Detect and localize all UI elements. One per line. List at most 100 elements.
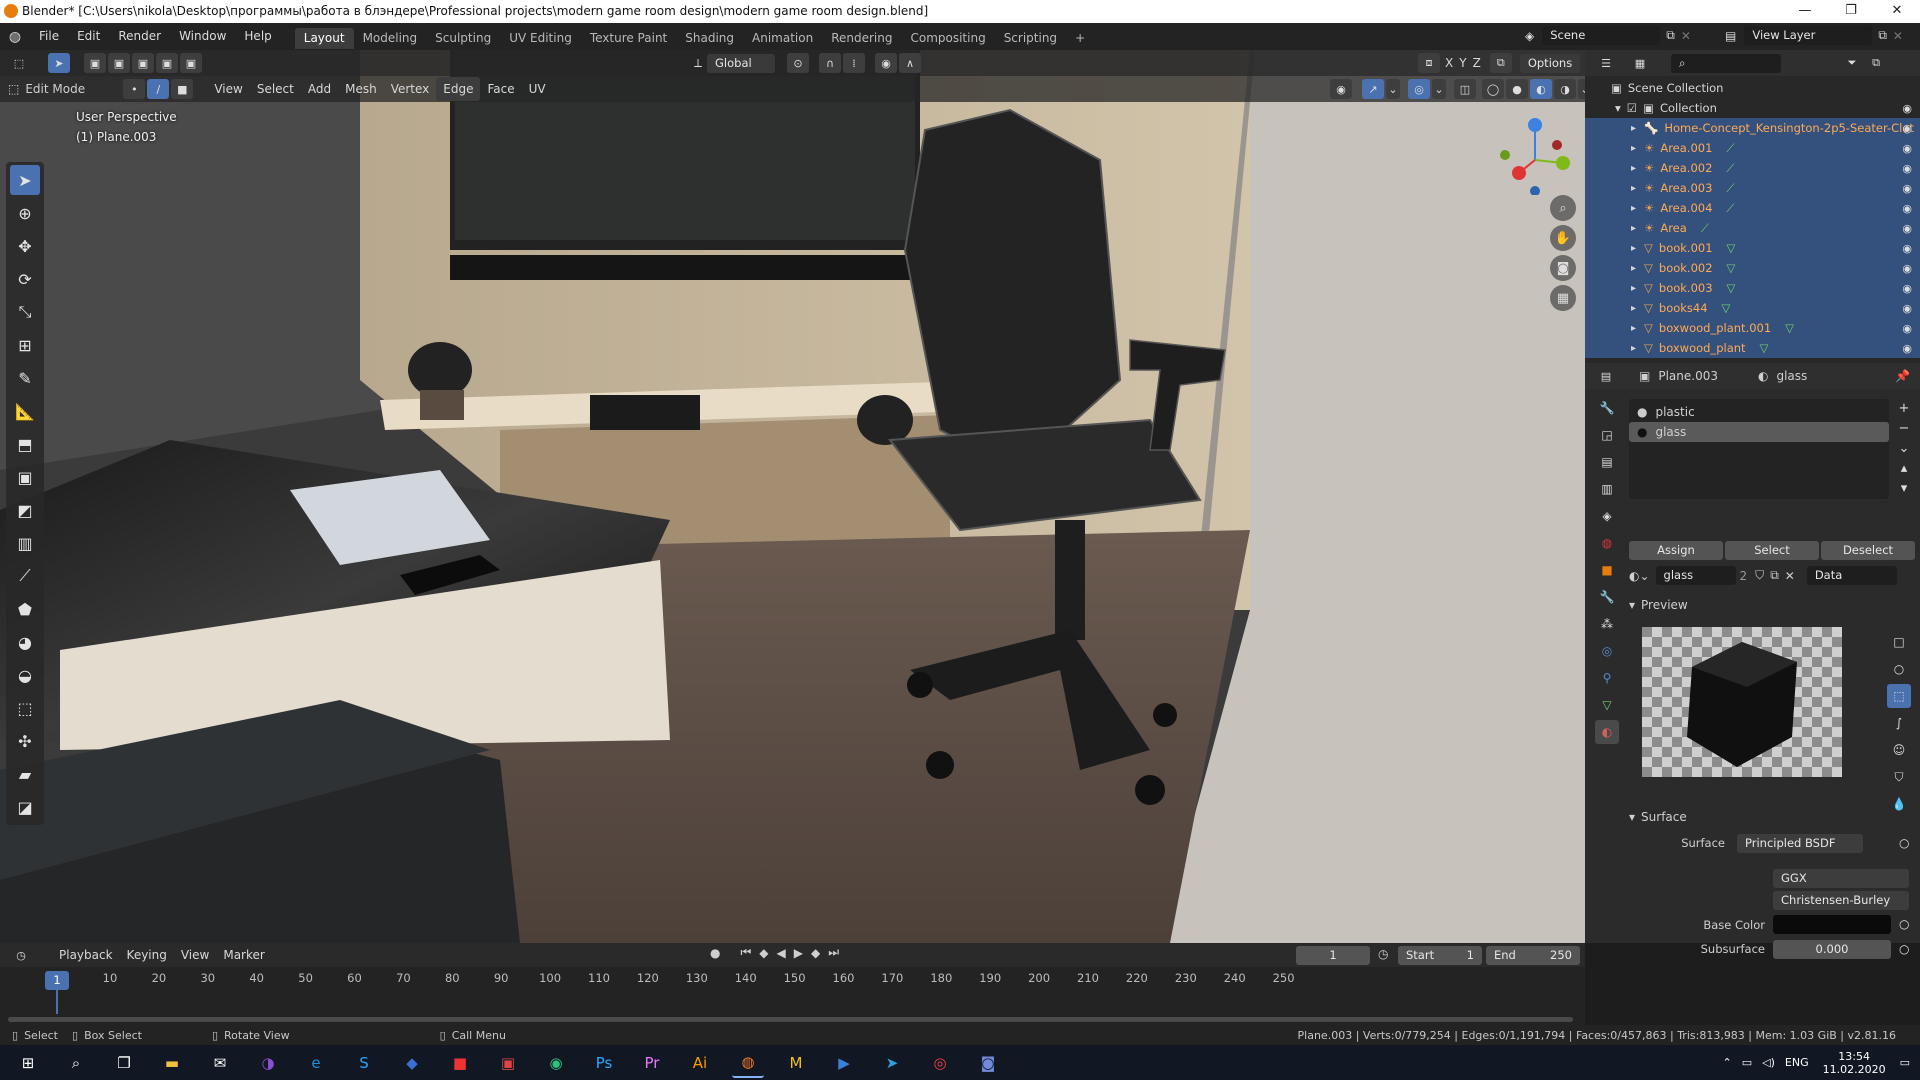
object-data-icon[interactable]: ▽ bbox=[1727, 261, 1736, 275]
remove-scene-icon[interactable]: ✕ bbox=[1681, 29, 1691, 43]
display-mode-icon[interactable]: ▦ bbox=[1629, 53, 1651, 73]
pin-icon[interactable]: 📌 bbox=[1895, 369, 1910, 383]
visibility-icon[interactable]: ◉ bbox=[1330, 79, 1352, 99]
eye-icon[interactable]: ◉ bbox=[1902, 322, 1912, 335]
preview-hair-icon[interactable]: ∫ bbox=[1887, 711, 1911, 735]
eye-icon[interactable]: ◉ bbox=[1902, 242, 1912, 255]
overlays-dropdown-icon[interactable]: ⌄ bbox=[1432, 79, 1446, 99]
move-tool-icon[interactable]: ✥ bbox=[10, 231, 40, 261]
duplicate-material-icon[interactable]: ⧉ bbox=[1770, 568, 1779, 583]
subsurface-method-dropdown[interactable]: Christensen-Burley bbox=[1773, 891, 1909, 910]
outliner-item[interactable]: ▸ ☀ Area.003 ⟋ ◉ bbox=[1585, 178, 1920, 198]
material-shading-icon[interactable]: ◐ bbox=[1530, 79, 1552, 99]
axis-z-toggle[interactable]: Z bbox=[1470, 51, 1484, 75]
world-tab-icon[interactable]: ◍ bbox=[1595, 531, 1619, 555]
tab-scripting[interactable]: Scripting bbox=[995, 28, 1066, 49]
outliner-item[interactable]: ▸ ▽ boxwood_plant.001 ▽ ◉ bbox=[1585, 318, 1920, 338]
outliner-item[interactable]: ▸ ☀ Area.004 ⟋ ◉ bbox=[1585, 198, 1920, 218]
gizmo-dropdown-icon[interactable]: ⌄ bbox=[1386, 79, 1400, 99]
notifications-icon[interactable]: ▭ bbox=[1900, 1056, 1910, 1069]
menu-vertex[interactable]: Vertex bbox=[384, 77, 437, 101]
maximize-button[interactable]: ❐ bbox=[1828, 0, 1874, 23]
search-icon[interactable]: ⌕ bbox=[60, 1048, 92, 1078]
gizmo-icon[interactable]: ↗ bbox=[1362, 79, 1384, 99]
clock-date[interactable]: 11.02.2020 bbox=[1823, 1063, 1886, 1076]
menu-face[interactable]: Face bbox=[480, 77, 521, 101]
close-button[interactable]: ✕ bbox=[1874, 0, 1920, 23]
surface-link-icon[interactable]: ○ bbox=[1899, 836, 1909, 850]
overlays-icon[interactable]: ◎ bbox=[1408, 79, 1430, 99]
preview-cube-icon[interactable]: ⬚ bbox=[1887, 684, 1911, 708]
cursor-tool-icon[interactable]: ⊕ bbox=[10, 198, 40, 228]
annotate-tool-icon[interactable]: ✎ bbox=[10, 363, 40, 393]
rotate-tool-icon[interactable]: ⟳ bbox=[10, 264, 40, 294]
start-frame-field[interactable]: Start 1 bbox=[1398, 946, 1482, 965]
expand-icon[interactable]: ▸ bbox=[1631, 283, 1636, 294]
xray-icon[interactable]: ◫ bbox=[1454, 79, 1476, 99]
knife-tool-icon[interactable]: ⟋ bbox=[10, 561, 40, 591]
expand-icon[interactable]: ▸ bbox=[1631, 183, 1636, 194]
view-layer-name[interactable]: View Layer bbox=[1744, 26, 1873, 45]
menu-uv[interactable]: UV bbox=[522, 77, 553, 101]
collection-row[interactable]: ▾ ☑ ▣ Collection ◉ bbox=[1585, 98, 1920, 118]
chrome-icon[interactable]: ◎ bbox=[924, 1048, 956, 1078]
new-view-layer-icon[interactable]: ⧉ bbox=[1878, 28, 1887, 43]
app-icon[interactable]: ◉ bbox=[540, 1048, 572, 1078]
tab-sculpting[interactable]: Sculpting bbox=[426, 28, 500, 49]
menu-window[interactable]: Window bbox=[170, 23, 235, 50]
inset-tool-icon[interactable]: ▣ bbox=[10, 462, 40, 492]
app-icon[interactable]: ▶ bbox=[828, 1048, 860, 1078]
play-reverse-icon[interactable]: ◀ bbox=[777, 946, 786, 960]
object-data-icon[interactable]: ⟋ bbox=[1701, 221, 1709, 236]
app-icon[interactable]: ◆ bbox=[396, 1048, 428, 1078]
bevel-tool-icon[interactable]: ◩ bbox=[10, 495, 40, 525]
playhead-marker[interactable]: 1 bbox=[45, 971, 69, 990]
end-frame-field[interactable]: End 250 bbox=[1486, 946, 1580, 965]
shear-tool-icon[interactable]: ▰ bbox=[10, 759, 40, 789]
app-icon[interactable]: ▣ bbox=[492, 1048, 524, 1078]
illustrator-icon[interactable]: Ai bbox=[684, 1048, 716, 1078]
properties-editor-icon[interactable]: ▤ bbox=[1595, 366, 1617, 386]
premiere-icon[interactable]: Pr bbox=[636, 1048, 668, 1078]
rip-tool-icon[interactable]: ◪ bbox=[10, 792, 40, 822]
expand-icon[interactable]: ▸ bbox=[1631, 123, 1636, 134]
orientation-value[interactable]: Global bbox=[707, 53, 776, 73]
fake-user-icon[interactable]: ⛉ bbox=[1755, 568, 1764, 583]
expand-icon[interactable]: ▸ bbox=[1631, 263, 1636, 274]
preview-cloth-icon[interactable]: ⛉ bbox=[1887, 765, 1911, 789]
browse-material-icon[interactable]: ◐⌄ bbox=[1629, 569, 1650, 583]
remove-view-layer-icon[interactable]: ✕ bbox=[1893, 29, 1903, 43]
jump-start-icon[interactable]: ⏮ bbox=[740, 945, 751, 960]
object-data-icon[interactable]: ⟋ bbox=[1726, 161, 1734, 176]
preview-range-icon[interactable]: ◷ bbox=[1378, 947, 1388, 961]
mode-value[interactable]: Edit Mode bbox=[25, 82, 115, 96]
zoom-icon[interactable]: ⌕ bbox=[1550, 195, 1576, 221]
new-scene-icon[interactable]: ⧉ bbox=[1666, 28, 1675, 43]
loop-cut-tool-icon[interactable]: ▥ bbox=[10, 528, 40, 558]
app-icon[interactable]: ◑ bbox=[252, 1048, 284, 1078]
measure-tool-icon[interactable]: 📐 bbox=[10, 396, 40, 426]
scene-name[interactable]: Scene bbox=[1542, 26, 1661, 45]
mode-intersect-icon[interactable]: ▣ bbox=[180, 53, 202, 73]
mode-invert-icon[interactable]: ▣ bbox=[156, 53, 178, 73]
preview-panel-header[interactable]: ▾ Preview bbox=[1629, 594, 1915, 616]
eye-icon[interactable]: ◉ bbox=[1902, 302, 1912, 315]
outliner-item[interactable]: ▸ ☀ Area.001 ⟋ ◉ bbox=[1585, 138, 1920, 158]
eye-icon[interactable]: ◉ bbox=[1902, 102, 1912, 115]
scene-tab-icon[interactable]: ◈ bbox=[1595, 504, 1619, 528]
eye-icon[interactable]: ◉ bbox=[1902, 142, 1912, 155]
blender-icon[interactable]: ◍ bbox=[732, 1048, 764, 1078]
menu-help[interactable]: Help bbox=[235, 23, 280, 50]
expand-icon[interactable]: ▸ bbox=[1631, 203, 1636, 214]
minimize-button[interactable]: — bbox=[1782, 0, 1828, 23]
edge-slide-tool-icon[interactable]: ⬚ bbox=[10, 693, 40, 723]
object-data-icon[interactable]: ▽ bbox=[1727, 281, 1736, 295]
timeline-editor-icon[interactable]: ◷ bbox=[10, 945, 32, 965]
menu-keying[interactable]: Keying bbox=[120, 943, 174, 967]
file-explorer-icon[interactable]: ▬ bbox=[156, 1048, 188, 1078]
app-icon[interactable]: S bbox=[348, 1048, 380, 1078]
surface-panel-header[interactable]: ▾ Surface bbox=[1629, 806, 1915, 828]
expand-icon[interactable]: ▸ bbox=[1631, 143, 1636, 154]
outliner-item[interactable]: ▸ ▽ book.003 ▽ ◉ bbox=[1585, 278, 1920, 298]
mode-new-icon[interactable]: ▣ bbox=[84, 53, 106, 73]
